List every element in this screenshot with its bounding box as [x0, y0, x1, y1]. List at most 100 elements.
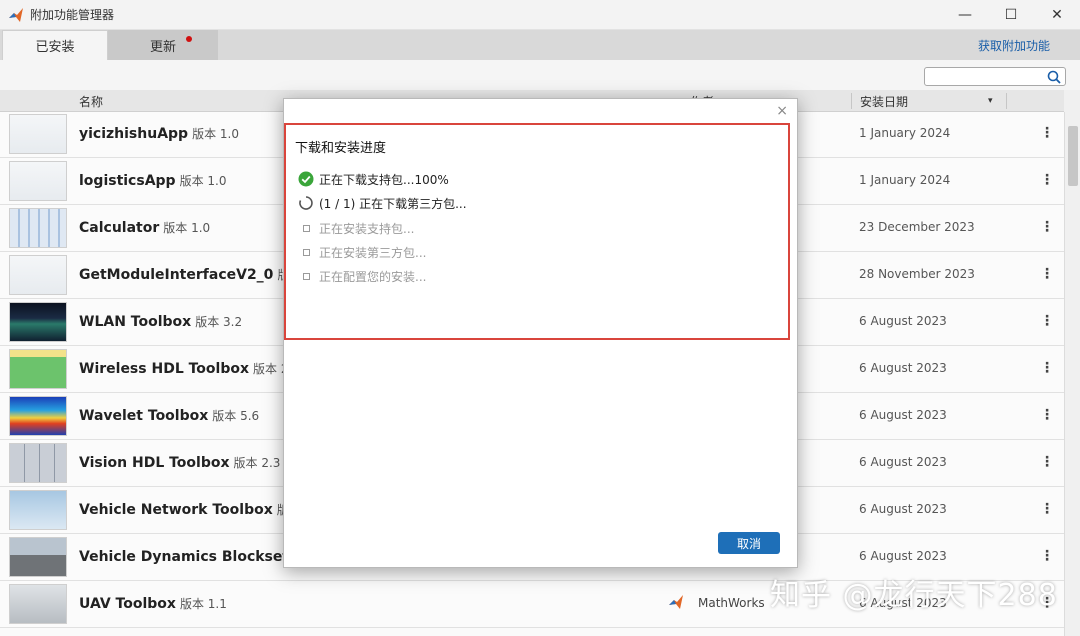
addon-name-text: Vision HDL Toolbox — [79, 455, 230, 471]
addon-name[interactable]: yicizhishuApp 版本 1.0 — [79, 125, 239, 142]
install-date: 6 August 2023 — [859, 408, 947, 422]
cancel-button[interactable]: 取消 — [718, 532, 780, 554]
addon-name-text: Vehicle Network Toolbox — [79, 502, 273, 518]
addon-name-text: Wavelet Toolbox — [79, 408, 209, 424]
pending-square-icon — [298, 268, 314, 284]
step-label: 正在安装第三方包... — [319, 245, 427, 260]
addon-thumbnail — [9, 208, 67, 248]
update-badge-dot — [186, 36, 192, 42]
progress-title: 下载和安装进度 — [295, 141, 387, 156]
install-date: 23 December 2023 — [859, 220, 975, 234]
addon-author: MathWorks — [698, 596, 765, 610]
addon-name[interactable]: Wavelet Toolbox 版本 5.6 — [79, 407, 259, 424]
addon-name[interactable]: Vehicle Network Toolbox版本 5 — [79, 501, 312, 518]
install-date: 6 August 2023 — [859, 549, 947, 563]
install-date: 6 August 2023 — [859, 455, 947, 469]
step-label: 正在下载支持包...100% — [319, 172, 449, 187]
addon-thumbnail — [9, 584, 67, 624]
close-button[interactable]: ✕ — [1034, 0, 1080, 30]
addon-version: 版本 1.0 — [163, 221, 211, 235]
step-configure-installation: 正在配置您的安装... — [298, 267, 426, 285]
install-date: 6 August 2023 — [859, 502, 947, 516]
window-title: 附加功能管理器 — [30, 8, 115, 22]
addon-thumbnail — [9, 443, 67, 483]
addon-name-text: logisticsApp — [79, 173, 176, 189]
addon-name[interactable]: Wireless HDL Toolbox 版本 2.2 — [79, 360, 300, 377]
addon-version: 版本 3.2 — [195, 315, 243, 329]
addon-thumbnail — [9, 396, 67, 436]
sort-descending-icon[interactable]: ▾ — [988, 90, 993, 112]
addon-thumbnail — [9, 302, 67, 342]
watermark-text: 知乎 @龙行天下288 — [770, 578, 1058, 613]
more-options-icon[interactable]: ⋮ — [1040, 309, 1054, 333]
tab-installed[interactable]: 已安装 — [2, 30, 108, 60]
install-progress-dialog: × 下载和安装进度 正在下载支持包...100% (1 / 1) 正在下载第三方… — [283, 98, 798, 568]
addon-name-text: yicizhishuApp — [79, 126, 189, 142]
addon-version: 版本 2.3 — [233, 456, 281, 470]
addon-name[interactable]: Calculator 版本 1.0 — [79, 219, 210, 236]
title-bar: 附加功能管理器 — ☐ ✕ — [0, 0, 1080, 30]
more-options-icon[interactable]: ⋮ — [1040, 215, 1054, 239]
more-options-icon[interactable]: ⋮ — [1040, 450, 1054, 474]
maximize-button[interactable]: ☐ — [988, 0, 1034, 30]
addon-thumbnail — [9, 537, 67, 577]
addon-name-text: UAV Toolbox — [79, 596, 176, 612]
install-date: 6 August 2023 — [859, 361, 947, 375]
addon-version: 版本 1.0 — [179, 174, 227, 188]
addon-name[interactable]: WLAN Toolbox 版本 3.2 — [79, 313, 242, 330]
addon-version: 版本 1.1 — [179, 597, 227, 611]
addon-name-text: Calculator — [79, 220, 160, 236]
install-date: 6 August 2023 — [859, 314, 947, 328]
tab-updates[interactable]: 更新 — [108, 30, 218, 60]
addon-thumbnail — [9, 349, 67, 389]
addon-name[interactable]: Vehicle Dynamics Blockset版本 — [79, 548, 317, 565]
search-input[interactable] — [924, 67, 1066, 86]
get-addons-link[interactable]: 获取附加功能 — [978, 30, 1050, 60]
more-options-icon[interactable]: ⋮ — [1040, 544, 1054, 568]
more-options-icon[interactable]: ⋮ — [1040, 497, 1054, 521]
more-options-icon[interactable]: ⋮ — [1040, 121, 1054, 145]
column-date-header[interactable]: 安装日期 — [860, 90, 908, 112]
addon-name[interactable]: logisticsApp 版本 1.0 — [79, 172, 226, 189]
addon-name[interactable]: UAV Toolbox 版本 1.1 — [79, 595, 227, 612]
step-download-support-package: 正在下载支持包...100% — [298, 170, 449, 188]
check-circle-icon — [298, 171, 314, 187]
progress-panel: 下载和安装进度 正在下载支持包...100% (1 / 1) 正在下载第三方包.… — [284, 123, 790, 340]
addon-name-text: Vehicle Dynamics Blockset — [79, 549, 290, 565]
step-download-third-party: (1 / 1) 正在下载第三方包... — [298, 194, 467, 212]
search-icon[interactable] — [1046, 69, 1062, 85]
addon-thumbnail — [9, 490, 67, 530]
more-options-icon[interactable]: ⋮ — [1040, 262, 1054, 286]
step-label: 正在配置您的安装... — [319, 269, 427, 284]
column-divider — [851, 93, 852, 109]
mathworks-logo-icon — [669, 595, 683, 609]
install-date: 28 November 2023 — [859, 267, 975, 281]
tab-updates-label: 更新 — [149, 39, 176, 55]
dialog-close-button[interactable]: × — [776, 103, 788, 119]
addon-name[interactable]: GetModuleInterfaceV2_0版本 2 — [79, 266, 313, 283]
addon-name-text: WLAN Toolbox — [79, 314, 192, 330]
addon-version: 版本 5.6 — [212, 409, 260, 423]
search-row — [0, 60, 1080, 90]
column-name-header[interactable]: 名称 — [79, 90, 103, 112]
addon-name-text: GetModuleInterfaceV2_0 — [79, 267, 274, 283]
pending-square-icon — [298, 244, 314, 260]
addon-thumbnail — [9, 255, 67, 295]
step-label: 正在安装支持包... — [319, 221, 415, 236]
addon-thumbnail — [9, 161, 67, 201]
loading-spinner-icon — [299, 196, 313, 210]
scrollbar-thumb[interactable] — [1068, 126, 1078, 186]
pending-square-icon — [298, 220, 314, 236]
more-options-icon[interactable]: ⋮ — [1040, 168, 1054, 192]
tab-bar: 已安装 更新 获取附加功能 — [0, 30, 1080, 60]
column-divider — [1006, 93, 1007, 109]
addon-name[interactable]: Vision HDL Toolbox 版本 2.3 — [79, 454, 280, 471]
addon-name-text: Wireless HDL Toolbox — [79, 361, 250, 377]
minimize-button[interactable]: — — [942, 0, 988, 30]
vertical-scrollbar[interactable] — [1064, 112, 1080, 636]
install-date: 1 January 2024 — [859, 126, 951, 140]
addon-thumbnail — [9, 114, 67, 154]
step-install-support-package: 正在安装支持包... — [298, 219, 414, 237]
more-options-icon[interactable]: ⋮ — [1040, 356, 1054, 380]
more-options-icon[interactable]: ⋮ — [1040, 403, 1054, 427]
